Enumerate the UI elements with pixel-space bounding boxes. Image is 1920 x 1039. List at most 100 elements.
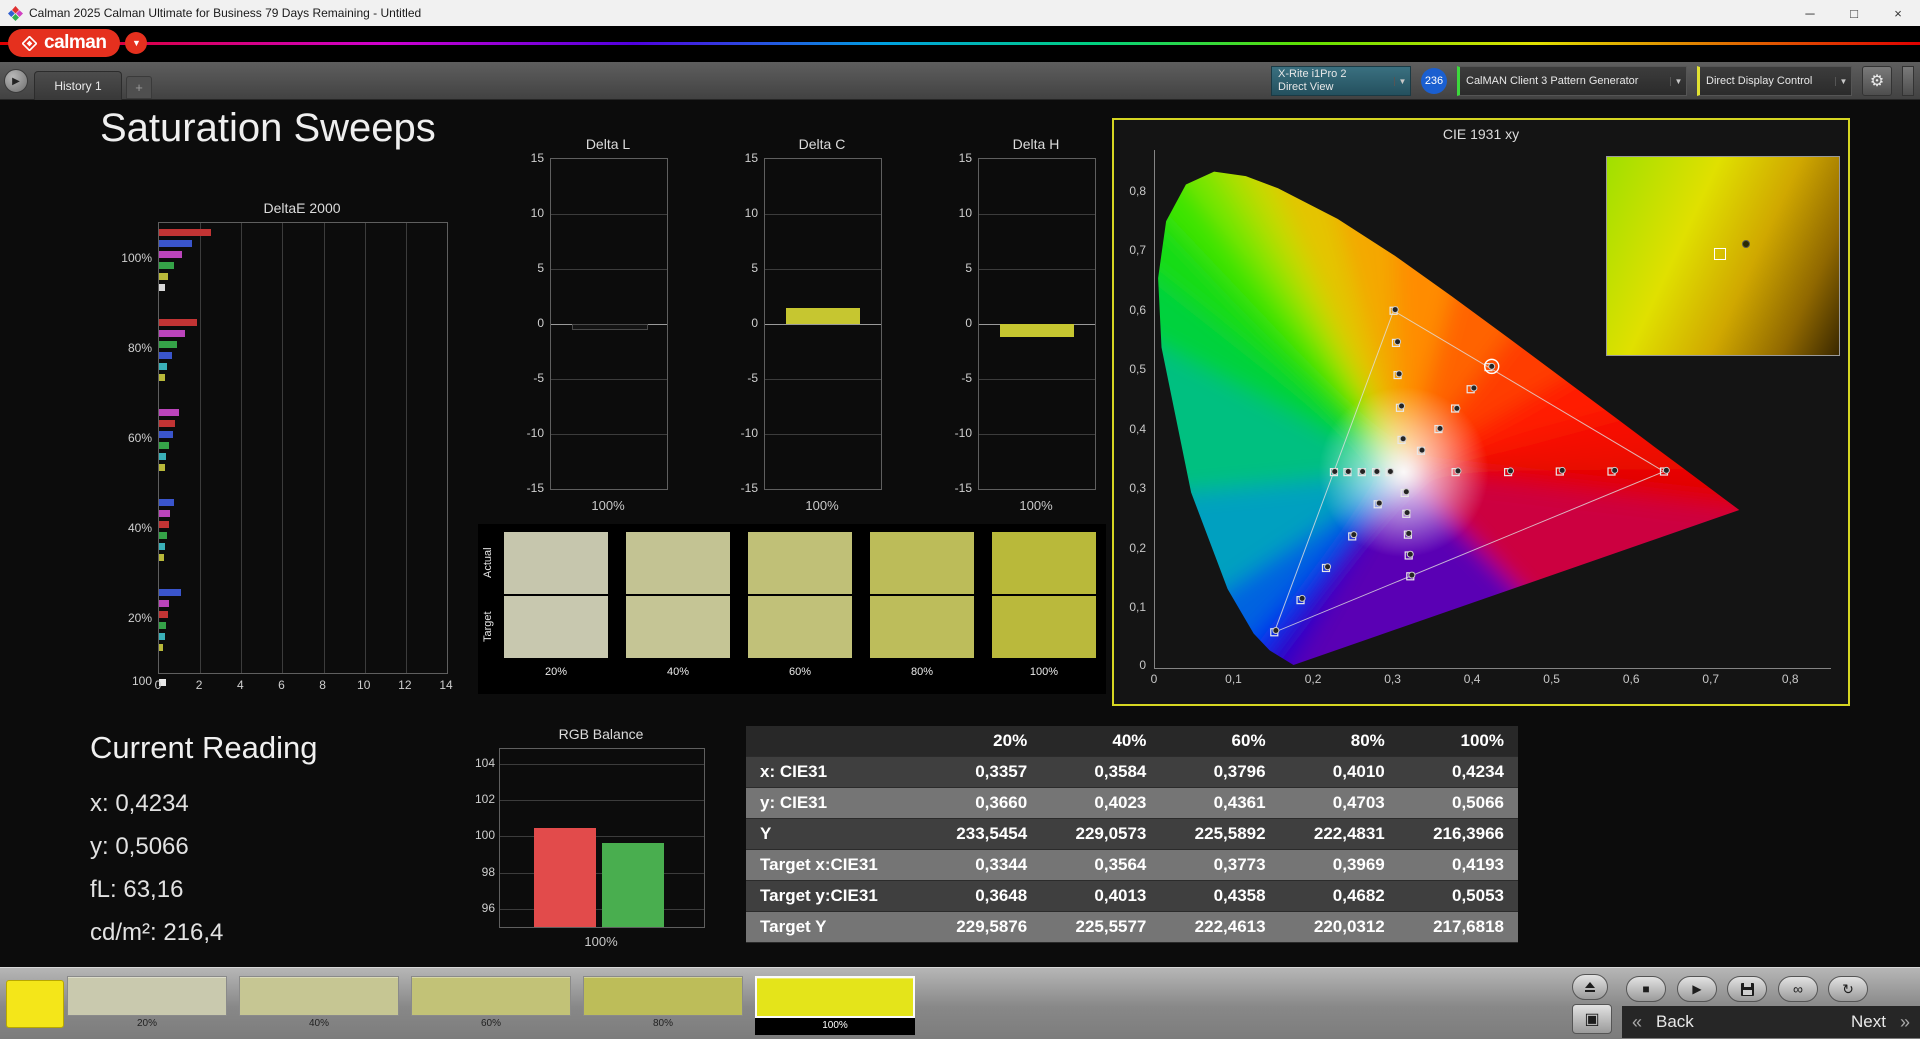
cie-1931-panel: CIE 1931 xy 0 0,1 0,2 0,3 0,4 0,5 0,6 0,7 0,8 0,… xyxy=(1112,118,1850,706)
swatch-label: 80% xyxy=(910,666,934,678)
table-header-row: 20% 40% 60% 80% 100% xyxy=(746,726,1518,757)
eject-icon xyxy=(1585,982,1595,992)
gridline xyxy=(551,214,667,215)
saturation-patch-100%[interactable]: 100% xyxy=(755,976,915,1035)
logo-menu-caret[interactable]: ▼ xyxy=(125,32,148,54)
chart-title: CIE 1931 xy xyxy=(1442,126,1520,142)
eject-button[interactable] xyxy=(1572,974,1608,1000)
gridline xyxy=(765,379,881,380)
table-cell: 0,5066 xyxy=(1398,787,1518,819)
chevron-down-icon: ▼ xyxy=(1394,76,1410,86)
calman-logo-box: calman xyxy=(8,29,121,57)
calman-logo[interactable]: calman ▼ xyxy=(8,29,148,57)
reading-fl: fL: 63,16 xyxy=(90,876,184,903)
gridline xyxy=(551,269,667,270)
table-cell: 0,3796 xyxy=(1160,756,1280,788)
history-panel-button[interactable]: ▶ xyxy=(4,69,28,93)
patch-label: 20% xyxy=(136,1018,157,1029)
next-chevron-icon[interactable]: » xyxy=(1900,1012,1910,1033)
deltae-bar xyxy=(159,251,183,258)
axis-tick-label: 40% xyxy=(127,521,152,535)
axis-tick-label: 10 xyxy=(530,206,544,220)
back-button[interactable]: Back xyxy=(1656,1012,1694,1032)
swatch-column: 60% xyxy=(748,532,852,678)
deltae-bar xyxy=(159,464,165,471)
axis-tick-label: 0 xyxy=(1150,672,1158,686)
swatch-label: 20% xyxy=(544,666,568,678)
target-swatch xyxy=(870,596,974,658)
table-cell: 0,4234 xyxy=(1398,756,1518,788)
table-cell: 0,4013 xyxy=(1041,880,1161,912)
next-button[interactable]: Next xyxy=(1851,1012,1886,1032)
deltae-bar xyxy=(159,611,168,618)
axis-tick-label: 0,1 xyxy=(1129,600,1146,615)
table-cell: 0,3969 xyxy=(1279,849,1399,881)
column-header: 100% xyxy=(1398,726,1518,757)
add-tab-button[interactable]: + xyxy=(126,76,152,99)
patch-color xyxy=(239,976,399,1016)
bottom-bar: 20% 40% 60% 80% 100% ▣ ■ ▶ ∞ ↻ « Back Next » xyxy=(0,967,1920,1039)
table-row: Target y:CIE31 0,3648 0,4013 0,4358 0,4682 0,… xyxy=(746,880,1518,912)
gridline xyxy=(765,269,881,270)
delta-l-chart: Delta L 100% -15 -10 -5 0 5 10 15 xyxy=(514,136,678,540)
play-button[interactable]: ▶ xyxy=(1677,976,1717,1002)
stop-button[interactable]: ■ xyxy=(1626,976,1666,1002)
pattern-window-button[interactable]: ▣ xyxy=(1572,1004,1612,1034)
refresh-button[interactable]: ↻ xyxy=(1828,976,1868,1002)
axis-tick-label: 15 xyxy=(530,151,544,165)
table-cell: 222,4613 xyxy=(1160,911,1280,943)
deltae-bar xyxy=(159,499,174,506)
rgb-plot-area xyxy=(499,748,705,928)
row-label: Target x:CIE31 xyxy=(746,849,923,881)
deltae-bar xyxy=(159,554,164,561)
saturation-patch-60%[interactable]: 60% xyxy=(411,976,571,1035)
deltae-bar xyxy=(159,273,169,280)
chart-title: Delta H xyxy=(1012,136,1060,152)
meter-dropdown[interactable]: X-Rite i1Pro 2 Direct View ▼ xyxy=(1271,66,1411,96)
calman-diamond-icon xyxy=(22,35,37,51)
patch-color xyxy=(583,976,743,1016)
rgb-bar xyxy=(534,828,596,927)
inset-measured-dot xyxy=(1741,240,1750,249)
save-button[interactable] xyxy=(1727,976,1767,1002)
row-label: x: CIE31 xyxy=(746,756,923,788)
close-button[interactable]: × xyxy=(1876,0,1920,26)
axis-tick-label: 0,6 xyxy=(1129,302,1146,317)
swatch-label: 60% xyxy=(788,666,812,678)
row-label: Target y:CIE31 xyxy=(746,880,923,912)
axis-tick-label: 10 xyxy=(744,206,758,220)
gear-icon[interactable]: ⚙ xyxy=(1862,66,1892,96)
maximize-button[interactable]: □ xyxy=(1832,0,1876,26)
gridline xyxy=(551,379,667,380)
continuous-measure-button[interactable]: ∞ xyxy=(1778,976,1818,1002)
axis-tick-label: 12 xyxy=(398,678,412,692)
axis-tick-label: 102 xyxy=(474,791,495,806)
meter-labels: X-Rite i1Pro 2 Direct View xyxy=(1272,68,1394,94)
tab-history-1[interactable]: History 1 xyxy=(34,71,122,100)
target-swatch xyxy=(504,596,608,658)
gridline xyxy=(500,799,704,801)
gridline xyxy=(500,836,704,838)
pattern-generator-dropdown[interactable]: CalMAN Client 3 Pattern Generator ▼ xyxy=(1457,66,1687,96)
saturation-patch-40%[interactable]: 40% xyxy=(239,976,399,1035)
minimize-button[interactable]: ─ xyxy=(1788,0,1832,26)
target-swatch xyxy=(626,596,730,658)
deltae-bar xyxy=(159,229,212,236)
saturation-patch-20%[interactable]: 20% xyxy=(67,976,227,1035)
axis-tick-label: 0,5 xyxy=(1129,362,1146,377)
display-control-dropdown[interactable]: Direct Display Control ▼ xyxy=(1697,66,1852,96)
back-chevron-icon[interactable]: « xyxy=(1632,1012,1642,1033)
inset-target-square xyxy=(1713,248,1726,261)
settings-sliver-button[interactable] xyxy=(1902,66,1914,96)
deltae-bar xyxy=(159,521,169,528)
deltae-bar xyxy=(159,341,178,348)
table-row: Target x:CIE31 0,3344 0,3564 0,3773 0,3969 0,… xyxy=(746,849,1518,881)
chevron-down-icon: ▼ xyxy=(1670,76,1686,86)
gridline xyxy=(551,434,667,435)
swatch-label: 40% xyxy=(666,666,690,678)
actual-swatch xyxy=(870,532,974,594)
axis-tick-label: 0 xyxy=(537,316,544,330)
measurement-count-badge[interactable]: 236 xyxy=(1421,68,1447,94)
saturation-patch-80%[interactable]: 80% xyxy=(583,976,743,1035)
table-row: y: CIE31 0,3660 0,4023 0,4361 0,4703 0,5066 xyxy=(746,787,1518,819)
